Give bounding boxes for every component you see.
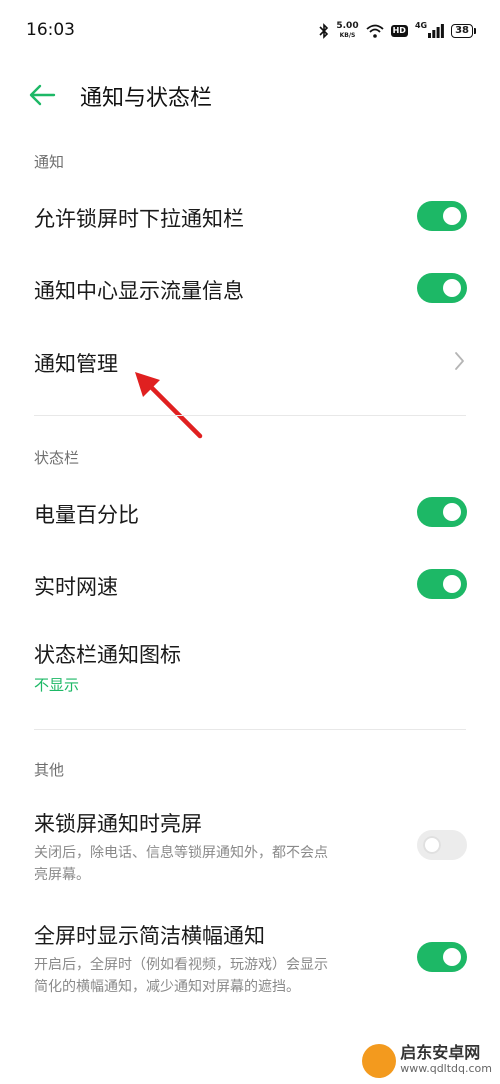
setting-description-line: 亮屏幕。 (34, 867, 90, 883)
app-header: 通知与状态栏 (0, 62, 500, 128)
section-heading-other: 其他 (34, 761, 65, 779)
wake-screen-toggle[interactable] (417, 830, 467, 860)
section-heading-status-bar: 状态栏 (34, 449, 80, 467)
watermark-name: 启东安卓网 (400, 1043, 481, 1062)
watermark-text: 启东安卓网 www.qdltdq.com (400, 1045, 492, 1077)
setting-description-line: 开启后，全屏时（例如看视频，玩游戏）会显示 (34, 957, 328, 973)
setting-description-line: 简化的横幅通知，减少通知对屏幕的遮挡。 (34, 979, 300, 995)
toggle-knob (443, 948, 461, 966)
toggle-knob (423, 836, 441, 854)
setting-label: 通知中心显示流量信息 (34, 279, 244, 303)
divider (34, 415, 466, 416)
setting-description-line: 关闭后，除电话、信息等锁屏通知外，都不会点 (34, 845, 328, 861)
setting-label: 来锁屏通知时亮屏 (34, 812, 202, 836)
watermark-logo-icon (362, 1044, 397, 1078)
setting-banner-notification[interactable]: 全屏时显示简洁横幅通知 开启后，全屏时（例如看视频，玩游戏）会显示 简化的横幅通… (0, 902, 500, 1014)
setting-label: 全屏时显示简洁横幅通知 (34, 924, 265, 948)
status-bar: 16:03 5.00 KB/S HD 4G 38 (0, 0, 500, 62)
setting-value: 不显示 (34, 676, 80, 694)
battery-percent-toggle[interactable] (417, 497, 467, 527)
clock: 16:03 (26, 20, 75, 40)
setting-battery-percent[interactable]: 电量百分比 (0, 476, 500, 548)
setting-label: 电量百分比 (34, 503, 139, 527)
net-speed-indicator: 5.00 KB/S (336, 22, 358, 40)
traffic-info-toggle[interactable] (417, 273, 467, 303)
signal-icon (428, 24, 444, 38)
setting-notification-icons[interactable]: 状态栏通知图标 不显示 (0, 620, 500, 710)
toggle-knob (443, 207, 461, 225)
watermark-url: www.qdltdq.com (400, 1062, 492, 1075)
setting-lock-pulldown[interactable]: 允许锁屏时下拉通知栏 (0, 180, 500, 252)
network-type: 4G (414, 21, 428, 30)
status-icons: 5.00 KB/S HD 4G 38 (319, 20, 476, 42)
setting-net-speed[interactable]: 实时网速 (0, 548, 500, 620)
chevron-right-icon (455, 352, 464, 370)
lock-pulldown-toggle[interactable] (417, 201, 467, 231)
battery-indicator: 38 (451, 24, 476, 38)
setting-label: 允许锁屏时下拉通知栏 (34, 207, 244, 231)
setting-label: 实时网速 (34, 575, 118, 599)
net-speed-unit: KB/S (339, 32, 356, 39)
battery-tip (474, 28, 476, 34)
toggle-knob (443, 575, 461, 593)
hd-badge: HD (390, 25, 408, 37)
setting-wake-screen[interactable]: 来锁屏通知时亮屏 关闭后，除电话、信息等锁屏通知外，都不会点 亮屏幕。 (0, 790, 500, 902)
toggle-knob (443, 503, 461, 521)
back-arrow-icon[interactable] (28, 81, 58, 109)
setting-label: 通知管理 (34, 352, 118, 376)
watermark: 启东安卓网 www.qdltdq.com (362, 1044, 492, 1078)
annotation-arrow (135, 372, 203, 439)
divider (34, 729, 466, 730)
net-speed-value: 5.00 (336, 21, 359, 31)
setting-traffic-info[interactable]: 通知中心显示流量信息 (0, 252, 500, 324)
page-title: 通知与状态栏 (80, 86, 213, 111)
net-speed-toggle[interactable] (417, 569, 467, 599)
setting-label: 状态栏通知图标 (34, 643, 181, 667)
banner-toggle[interactable] (417, 942, 467, 972)
setting-notification-manage[interactable]: 通知管理 (0, 324, 500, 398)
section-heading-notification: 通知 (34, 153, 65, 171)
toggle-knob (443, 279, 461, 297)
battery-level: 38 (451, 24, 473, 38)
bluetooth-icon (319, 23, 329, 39)
wifi-icon (366, 24, 384, 38)
